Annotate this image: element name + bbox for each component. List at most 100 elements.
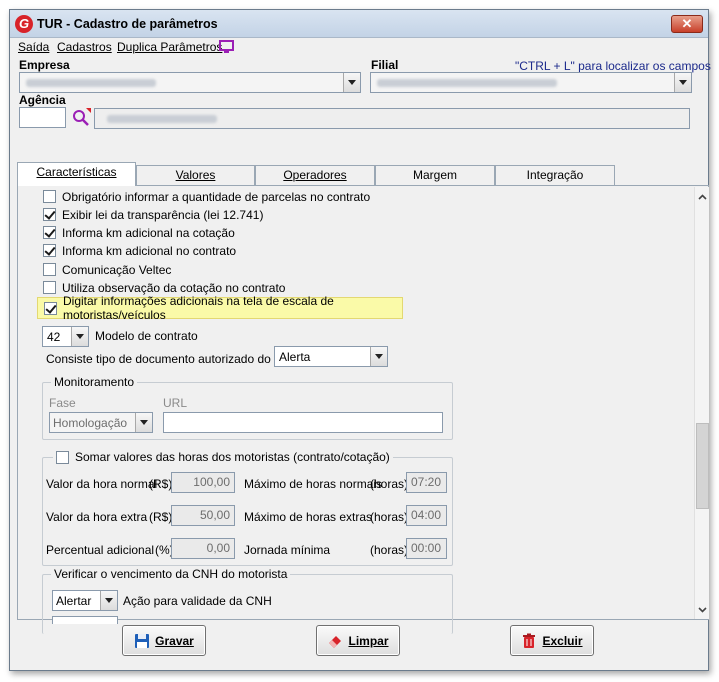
clear-label: Limpar — [348, 633, 389, 648]
checkbox-box[interactable] — [43, 226, 56, 239]
clear-button[interactable]: Limpar — [316, 625, 400, 656]
modelo-label: Modelo de contrato — [95, 329, 198, 343]
scrollbar-thumb[interactable] — [696, 423, 709, 509]
checkbox-label: Informa km adicional no contrato — [62, 243, 237, 258]
valor-hora-extra-label: Valor da hora extra — [46, 510, 148, 524]
checkbox-box[interactable] — [43, 281, 56, 294]
checkbox-km-cotacao[interactable]: Informa km adicional na cotação — [43, 224, 235, 241]
percentual-adicional-label: Percentual adicional — [46, 543, 155, 557]
checkbox-label: Informa km adicional na cotação — [62, 225, 235, 240]
horas-title-label: Somar valores das horas dos motoristas (… — [75, 450, 390, 464]
checkbox-escala-motoristas[interactable]: Digitar informações adicionais na tela d… — [37, 294, 403, 322]
checkbox-km-contrato[interactable]: Informa km adicional no contrato — [43, 242, 236, 259]
unit-label: (horas) — [370, 510, 409, 524]
agencia-label: Agência — [19, 93, 66, 107]
dvs-value: Alerta — [279, 350, 311, 364]
modelo-value: 42 — [47, 330, 61, 344]
chevron-down-icon[interactable] — [343, 73, 360, 92]
cnh-title: Verificar o vencimento da CNH do motoris… — [51, 567, 291, 581]
cnh-select[interactable]: Alertar — [52, 590, 118, 611]
jornada-minima-input[interactable]: 00:00 — [406, 538, 447, 559]
horas-group: Somar valores das horas dos motoristas (… — [42, 450, 453, 566]
url-input[interactable] — [163, 412, 443, 433]
empresa-label: Empresa — [19, 58, 70, 72]
unit-label: (R$) — [149, 510, 173, 524]
cnh-extra-input[interactable] — [52, 616, 118, 624]
dvs-label: Consiste tipo de documento autorizado do… — [46, 352, 299, 366]
fase-label: Fase — [49, 396, 76, 410]
horas-title[interactable]: Somar valores das horas dos motoristas (… — [53, 450, 393, 464]
percentual-adicional-input[interactable]: 0,00 — [171, 538, 235, 559]
title-bar: G TUR - Cadastro de parâmetros ✕ — [10, 10, 708, 38]
max-horas-normais-label: Máximo de horas normais — [244, 477, 383, 491]
vertical-scrollbar[interactable] — [694, 187, 709, 619]
max-horas-normais-input[interactable]: 07:20 — [406, 472, 447, 493]
delete-button[interactable]: Excluir — [510, 625, 594, 656]
checkbox-box[interactable] — [43, 263, 56, 276]
fase-value: Homologação — [53, 416, 128, 430]
checkbox-label: Utiliza observação da cotação no contrat… — [62, 280, 286, 295]
chevron-down-icon[interactable] — [100, 591, 117, 610]
checkbox-box[interactable] — [43, 244, 56, 257]
checkbox-label: Obrigatório informar a quantidade de par… — [62, 189, 371, 204]
unit-label: (horas) — [370, 543, 409, 557]
app-logo-icon: G — [15, 15, 33, 33]
max-horas-extras-label: Máximo de horas extras — [244, 510, 373, 524]
chevron-down-icon[interactable] — [674, 73, 691, 92]
checkbox-box[interactable] — [44, 301, 57, 315]
monitor-icon[interactable] — [219, 40, 234, 53]
save-button[interactable]: Gravar — [122, 625, 206, 656]
checkbox-label: Comunicação Veltec — [62, 262, 172, 277]
modelo-contrato-select[interactable]: 42 — [42, 326, 89, 347]
max-horas-extras-input[interactable]: 04:00 — [406, 505, 447, 526]
checkbox-box[interactable] — [56, 450, 69, 464]
chevron-down-icon — [135, 413, 152, 432]
tab-integracao[interactable]: Integração — [495, 165, 615, 185]
monitoramento-title: Monitoramento — [51, 375, 138, 389]
fase-select: Homologação — [49, 412, 153, 433]
menu-saida[interactable]: Saída — [18, 40, 49, 54]
filial-select[interactable] — [370, 72, 692, 93]
chevron-down-icon[interactable] — [370, 347, 387, 366]
agencia-name-input — [94, 108, 690, 129]
valor-hora-extra-input[interactable]: 50,00 — [171, 505, 235, 526]
filial-label: Filial — [371, 58, 399, 72]
characteristics-panel: Obrigatório informar a quantidade de par… — [17, 185, 709, 634]
checkbox-lei-transparencia[interactable]: Exibir lei da transparência (lei 12.741) — [43, 206, 263, 223]
tab-margem[interactable]: Margem — [375, 165, 495, 185]
url-label: URL — [163, 396, 188, 410]
scroll-up-icon[interactable] — [698, 193, 707, 202]
eraser-icon — [329, 635, 342, 648]
cnh-label: Ação para validade da CNH — [123, 594, 272, 608]
scroll-down-icon[interactable] — [698, 605, 707, 614]
checkbox-box[interactable] — [43, 208, 56, 221]
menu-duplica-parametros[interactable]: Duplica Parâmetros — [117, 40, 222, 54]
checkbox-label: Digitar informações adicionais na tela d… — [63, 294, 334, 322]
close-button[interactable]: ✕ — [671, 15, 703, 33]
unit-label: (horas) — [370, 477, 409, 491]
delete-label: Excluir — [542, 633, 583, 648]
search-hint: "CTRL + L" para localizar os campos — [515, 59, 711, 73]
agencia-code-input[interactable] — [19, 107, 66, 128]
valor-hora-normal-label: Valor da hora normal — [46, 477, 158, 491]
trash-icon — [523, 633, 536, 648]
checkbox-parcelas[interactable]: Obrigatório informar a quantidade de par… — [43, 188, 370, 205]
search-icon[interactable] — [71, 108, 91, 127]
checkbox-veltec[interactable]: Comunicação Veltec — [43, 261, 171, 278]
tab-operadores[interactable]: Operadores — [255, 165, 375, 185]
tab-caracteristicas[interactable]: Características — [17, 162, 136, 186]
dvs-select[interactable]: Alerta — [274, 346, 388, 367]
valor-hora-normal-input[interactable]: 100,00 — [171, 472, 235, 493]
menu-bar: Saída Cadastros Duplica Parâmetros — [10, 38, 708, 58]
save-label: Gravar — [155, 633, 194, 648]
checkbox-label: Exibir lei da transparência (lei 12.741) — [62, 207, 264, 222]
monitoramento-group: Monitoramento Fase URL Homologação — [42, 375, 453, 440]
window-title: TUR - Cadastro de parâmetros — [37, 17, 218, 31]
cnh-value: Alertar — [56, 594, 92, 608]
checkbox-box[interactable] — [43, 190, 56, 203]
menu-cadastros[interactable]: Cadastros — [57, 40, 112, 54]
chevron-down-icon[interactable] — [71, 327, 88, 346]
empresa-select[interactable] — [19, 72, 361, 93]
tab-valores[interactable]: Valores — [136, 165, 255, 185]
jornada-minima-label: Jornada mínima — [244, 543, 331, 557]
